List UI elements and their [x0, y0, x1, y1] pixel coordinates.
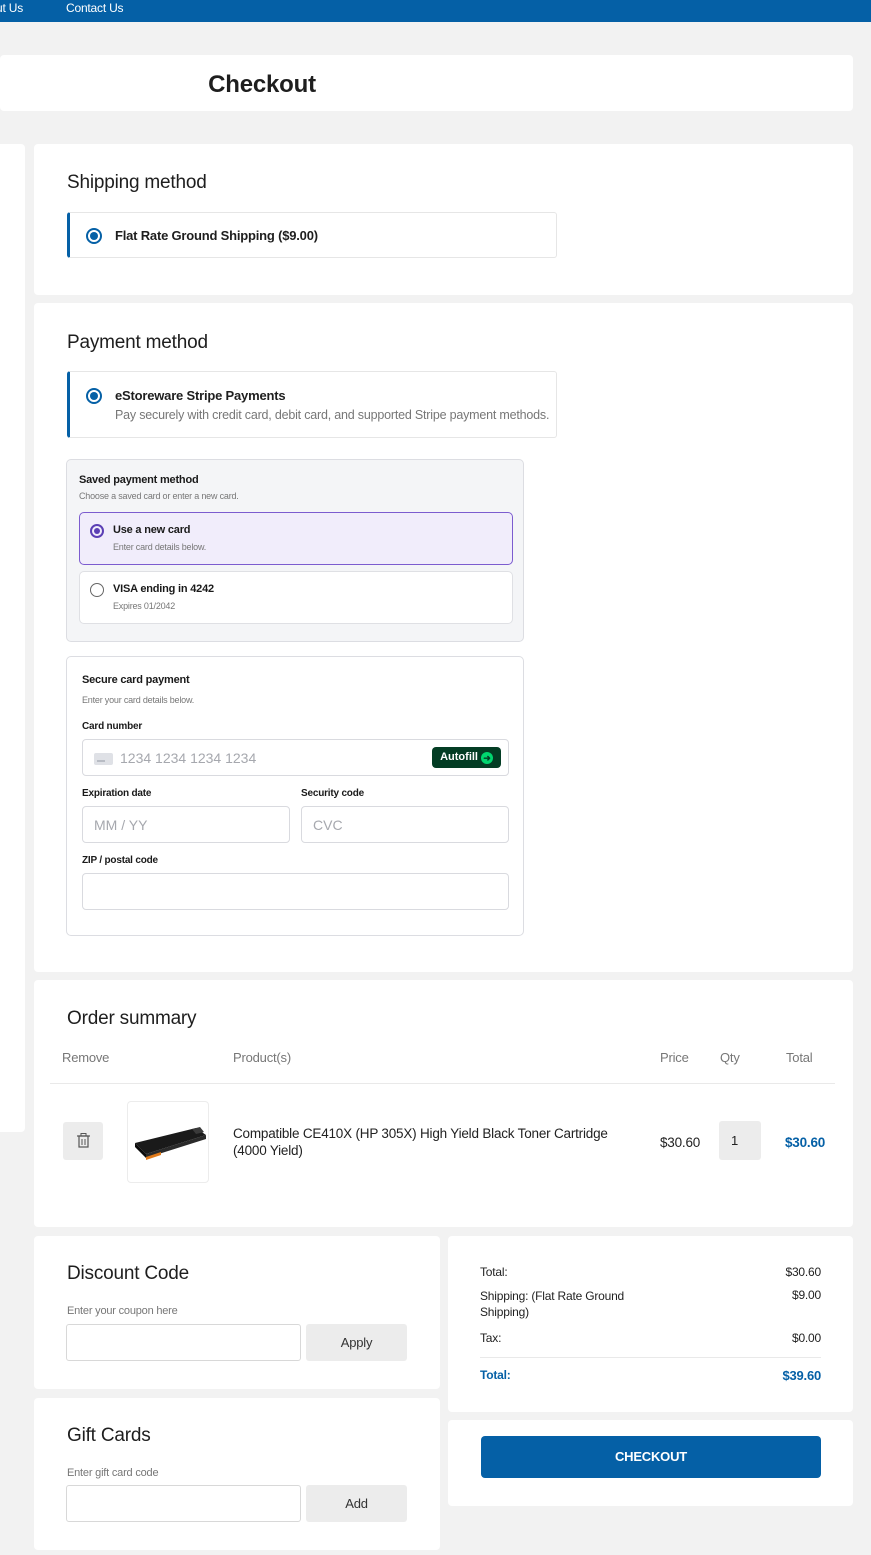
payment-option[interactable]: eStoreware Stripe Payments Pay securely … [67, 371, 557, 438]
gift-title: Gift Cards [67, 1425, 151, 1446]
product-thumbnail[interactable] [127, 1101, 209, 1183]
left-sidebar-panel [0, 144, 25, 1132]
payment-option-label: eStoreware Stripe Payments [115, 388, 286, 403]
discount-title: Discount Code [67, 1263, 190, 1284]
grand-total-label: Total: [480, 1368, 511, 1382]
saved-payment-title: Saved payment method [79, 474, 199, 486]
top-nav: ut Us Contact Us [0, 0, 871, 22]
quantity-field[interactable]: 1 [719, 1121, 761, 1160]
add-gift-button[interactable]: Add [306, 1485, 407, 1522]
autofill-button[interactable]: Autofill ➜ [432, 747, 501, 768]
shipping-cost-value: $9.00 [791, 1288, 821, 1302]
coupon-input[interactable] [66, 1324, 301, 1361]
payment-title: Payment method [67, 332, 208, 353]
header-price: Price [660, 1050, 689, 1065]
new-card-label: Use a new card [113, 524, 191, 536]
cvc-input[interactable]: CVC [301, 806, 509, 843]
credit-card-icon [94, 753, 113, 765]
discount-label: Enter your coupon here [67, 1305, 178, 1317]
tax-value: $0.00 [791, 1331, 821, 1345]
product-price: $30.60 [660, 1135, 701, 1150]
checkout-button[interactable]: CHECKOUT [481, 1436, 821, 1478]
visa-card-desc: Expires 01/2042 [113, 601, 176, 611]
secure-payment-title: Secure card payment [82, 674, 190, 686]
shipping-option-label: Flat Rate Ground Shipping ($9.00) [115, 228, 318, 243]
cvc-placeholder: CVC [313, 817, 343, 833]
shipping-cost-label: Shipping: (Flat Rate Ground Shipping) [480, 1289, 625, 1319]
gift-code-input[interactable] [66, 1485, 301, 1522]
order-summary-card: Order summary Remove Product(s) Price Qt… [34, 980, 853, 1227]
gift-label: Enter gift card code [67, 1467, 159, 1479]
new-card-radio[interactable] [90, 524, 104, 538]
expiry-placeholder: MM / YY [94, 817, 148, 833]
visa-card-label: VISA ending in 4242 [113, 583, 214, 595]
saved-payment-panel: Saved payment method Choose a saved card… [66, 459, 524, 642]
card-number-label: Card number [82, 721, 143, 732]
trash-icon [77, 1133, 90, 1148]
expiry-input[interactable]: MM / YY [82, 806, 290, 843]
saved-payment-subtitle: Choose a saved card or enter a new card. [79, 491, 239, 501]
card-number-placeholder: 1234 1234 1234 1234 [120, 750, 257, 766]
shipping-option[interactable]: Flat Rate Ground Shipping ($9.00) [67, 212, 557, 258]
visa-card-option[interactable]: VISA ending in 4242 Expires 01/2042 [79, 571, 513, 624]
gift-card-card: Gift Cards Enter gift card code Add [34, 1398, 440, 1550]
toner-cartridge-image [135, 1127, 206, 1160]
cvc-label: Security code [301, 788, 364, 799]
header-product: Product(s) [233, 1050, 291, 1065]
new-card-desc: Enter card details below. [113, 542, 207, 552]
page-title: Checkout [208, 71, 316, 98]
header-qty: Qty [720, 1050, 740, 1065]
header-total: Total [786, 1050, 813, 1065]
tax-label: Tax: [480, 1331, 502, 1345]
subtotal-value: $30.60 [785, 1265, 821, 1279]
secure-payment-subtitle: Enter your card details below. [82, 695, 195, 705]
nav-contact-link[interactable]: Contact Us [66, 1, 124, 15]
discount-card: Discount Code Enter your coupon here App… [34, 1236, 440, 1389]
new-card-option[interactable]: Use a new card Enter card details below. [79, 512, 513, 565]
quantity-value: 1 [731, 1133, 739, 1148]
visa-card-radio[interactable] [90, 583, 104, 597]
order-summary-title: Order summary [67, 1008, 197, 1029]
title-card: Checkout [0, 55, 853, 111]
secure-payment-panel: Secure card payment Enter your card deta… [66, 656, 524, 936]
card-number-input[interactable]: 1234 1234 1234 1234 Autofill ➜ [82, 739, 509, 776]
product-name[interactable]: Compatible CE410X (HP 305X) High Yield B… [233, 1125, 618, 1159]
grand-total-value: $39.60 [782, 1368, 821, 1383]
product-total: $30.60 [785, 1135, 826, 1150]
nav-about-link[interactable]: ut Us [0, 1, 23, 15]
expiry-label: Expiration date [82, 788, 152, 799]
subtotal-label: Total: [480, 1265, 508, 1279]
autofill-label: Autofill [440, 751, 478, 763]
header-remove: Remove [62, 1050, 110, 1065]
payment-radio[interactable] [86, 388, 102, 404]
shipping-card: Shipping method Flat Rate Ground Shippin… [34, 144, 853, 295]
remove-item-button[interactable] [63, 1122, 103, 1160]
totals-card: Total: $30.60 Shipping: (Flat Rate Groun… [448, 1236, 853, 1412]
arrow-circle-icon: ➜ [481, 752, 493, 764]
zip-label: ZIP / postal code [82, 855, 158, 866]
payment-option-desc: Pay securely with credit card, debit car… [115, 408, 550, 422]
shipping-title: Shipping method [67, 172, 207, 193]
zip-input[interactable] [82, 873, 509, 910]
apply-button[interactable]: Apply [306, 1324, 407, 1361]
totals-divider [480, 1357, 821, 1358]
table-divider [50, 1083, 835, 1084]
shipping-radio[interactable] [86, 228, 102, 244]
